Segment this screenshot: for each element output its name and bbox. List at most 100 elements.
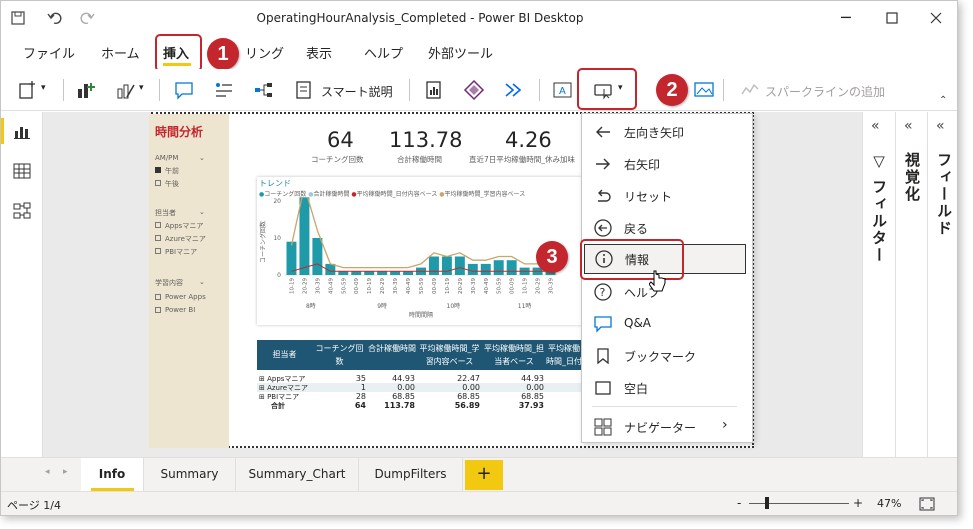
maximize-icon[interactable] [886, 12, 898, 24]
collapse-ribbon-icon[interactable]: ⌃ [939, 95, 947, 106]
menu-item-right-arrow[interactable]: 右矢印 [582, 149, 752, 179]
minimize-icon[interactable]: ─ [841, 8, 851, 27]
table-header[interactable]: 担当者 [257, 340, 312, 370]
menu-item-blank[interactable]: 空白 [582, 373, 752, 403]
menu-item-navigator[interactable]: ナビゲーター › [582, 412, 752, 442]
slicer-item[interactable]: Azureマニア [165, 234, 206, 244]
chevron-down-icon[interactable]: ⌄ [199, 278, 205, 286]
chevron-down-icon[interactable]: ⌄ [199, 154, 205, 162]
zoom-slider[interactable] [749, 503, 849, 504]
tab-dumpfilters[interactable]: DumpFilters [359, 458, 463, 492]
qa-icon[interactable] [173, 79, 195, 101]
key-influencers-icon[interactable] [213, 79, 235, 101]
checkbox-checked[interactable] [155, 167, 161, 173]
more-visuals-icon[interactable] [115, 79, 137, 101]
menu-item-left-arrow[interactable]: 左向き矢印 [582, 117, 752, 147]
menu-item-qa[interactable]: Q&A [582, 309, 752, 339]
table-cell: 35 [355, 374, 366, 383]
checkbox[interactable] [155, 294, 161, 300]
table-row[interactable]: ⊞ Appsマニア 35 44.93 22.47 44.93 [257, 374, 582, 383]
filters-label: フィルター [870, 178, 888, 264]
detail-table[interactable]: 担当者 コーチング回数 合計稼働時間 平均稼働時間_学習内容ベース 平均稼働時間… [257, 340, 582, 424]
checkbox[interactable] [155, 307, 161, 313]
power-apps-icon[interactable] [463, 79, 485, 101]
table-row[interactable]: 合計 64 113.78 56.89 37.93 [257, 401, 582, 410]
close-icon[interactable] [930, 12, 942, 24]
power-automate-icon[interactable] [503, 79, 525, 101]
slicer-item[interactable]: Power Apps [165, 293, 206, 301]
collapse-icon[interactable]: « [871, 118, 880, 134]
visualizations-pane[interactable]: « 視覚化 [895, 112, 927, 457]
table-cell: 68.85 [392, 392, 415, 401]
menu-help[interactable]: ヘルプ [364, 43, 403, 62]
tab-summary-chart[interactable]: Summary_Chart [236, 458, 359, 492]
zoom-in-button[interactable]: + [853, 496, 863, 510]
checkbox[interactable] [155, 248, 161, 254]
chevron-down-icon[interactable]: ▾ [139, 83, 144, 93]
text-box-icon[interactable]: A [552, 79, 574, 101]
bar-coaching [467, 263, 478, 275]
zoom-out-button[interactable]: - [737, 496, 741, 510]
chevron-right-icon[interactable]: ▸ [63, 467, 68, 477]
table-header[interactable]: 平均稼働時間_学習内容ベース [417, 340, 482, 370]
paginated-report-icon[interactable] [423, 79, 445, 101]
menu-modeling[interactable]: リング [245, 43, 284, 62]
trend-chart-card[interactable]: トレンド ●コーチング回数 ●合計稼働時間 ●平均稼働時間_日付内容ベース ●平… [257, 177, 582, 325]
menu-item-label: 左向き矢印 [624, 126, 685, 140]
table-header[interactable]: 平均稼働時間_日付内容ベース [546, 340, 582, 370]
menu-view[interactable]: 表示 [306, 43, 332, 62]
tab-info[interactable]: Info [81, 458, 144, 492]
decomposition-tree-icon[interactable] [253, 79, 275, 101]
x-tick-label: 40-49 [406, 278, 412, 294]
menu-item-help[interactable]: ? ヘルプ [582, 277, 752, 307]
new-page-icon[interactable] [17, 79, 39, 101]
collapse-icon[interactable]: « [936, 118, 945, 134]
add-page-button[interactable]: + [465, 460, 503, 490]
menu-item-bookmark[interactable]: ブックマーク [582, 341, 752, 371]
menu-item-label: 空白 [624, 382, 649, 396]
slicer-item[interactable]: Power BI [165, 306, 195, 314]
table-header[interactable]: コーチング回数 [312, 340, 367, 370]
y-tick-label: 20 [273, 198, 281, 205]
x-tick-label: 20-29 [380, 278, 386, 294]
chevron-down-icon[interactable]: ▾ [41, 83, 46, 93]
checkbox[interactable] [155, 235, 161, 241]
fields-pane[interactable]: « フィールド [927, 112, 957, 457]
slicer-item[interactable]: 午後 [165, 179, 179, 189]
table-row[interactable]: ⊞ Azureマニア 1 0.00 0.00 0.00 [257, 383, 582, 392]
collapse-icon[interactable]: « [904, 118, 913, 134]
smart-narrative-icon[interactable] [293, 79, 315, 101]
filters-pane-title: ▽ フィルター [869, 152, 890, 264]
image-icon[interactable] [693, 79, 715, 101]
filter-icon: ▽ [870, 152, 888, 179]
slicer-item[interactable]: PBIマニア [165, 247, 197, 257]
step-badge-1: 1 [207, 38, 239, 70]
chevron-down-icon[interactable]: ⌄ [199, 208, 205, 216]
table-row[interactable]: ⊞ PBIマニア 28 68.85 68.85 68.85 [257, 392, 582, 401]
data-view-icon[interactable] [13, 162, 31, 180]
filters-pane[interactable]: « ▽ フィルター [862, 112, 895, 457]
zoom-slider-thumb[interactable] [765, 497, 769, 509]
tab-summary[interactable]: Summary [144, 458, 236, 492]
checkbox[interactable] [155, 180, 161, 186]
slicer-item[interactable]: Appsマニア [165, 221, 203, 231]
chevron-left-icon[interactable]: ◂ [45, 467, 50, 477]
new-visual-icon[interactable] [75, 79, 97, 101]
window-title: OperatingHourAnalysis_Completed - Power … [256, 11, 584, 25]
slicer-item[interactable]: 午前 [165, 166, 179, 176]
report-view-icon[interactable] [13, 122, 31, 140]
menu-home[interactable]: ホーム [101, 43, 140, 62]
menu-item-reset[interactable]: リセット [582, 181, 752, 211]
x-tick-label: 40-49 [484, 278, 490, 294]
table-header[interactable]: 平均稼働時間_担当者ベース [482, 340, 546, 370]
menu-file[interactable]: ファイル [23, 43, 75, 62]
menu-external-tools[interactable]: 外部ツール [428, 43, 493, 62]
fit-to-page-icon[interactable] [919, 497, 935, 511]
zoom-level: 47% [877, 497, 902, 510]
page-indicator: ページ 1/4 [7, 499, 61, 512]
model-view-icon[interactable] [13, 202, 31, 220]
x-tick-label: 30-39 [549, 278, 555, 294]
checkbox[interactable] [155, 222, 161, 228]
table-header[interactable]: 合計稼働時間 [367, 340, 417, 370]
smart-narrative-label[interactable]: スマート説明 [321, 83, 393, 100]
